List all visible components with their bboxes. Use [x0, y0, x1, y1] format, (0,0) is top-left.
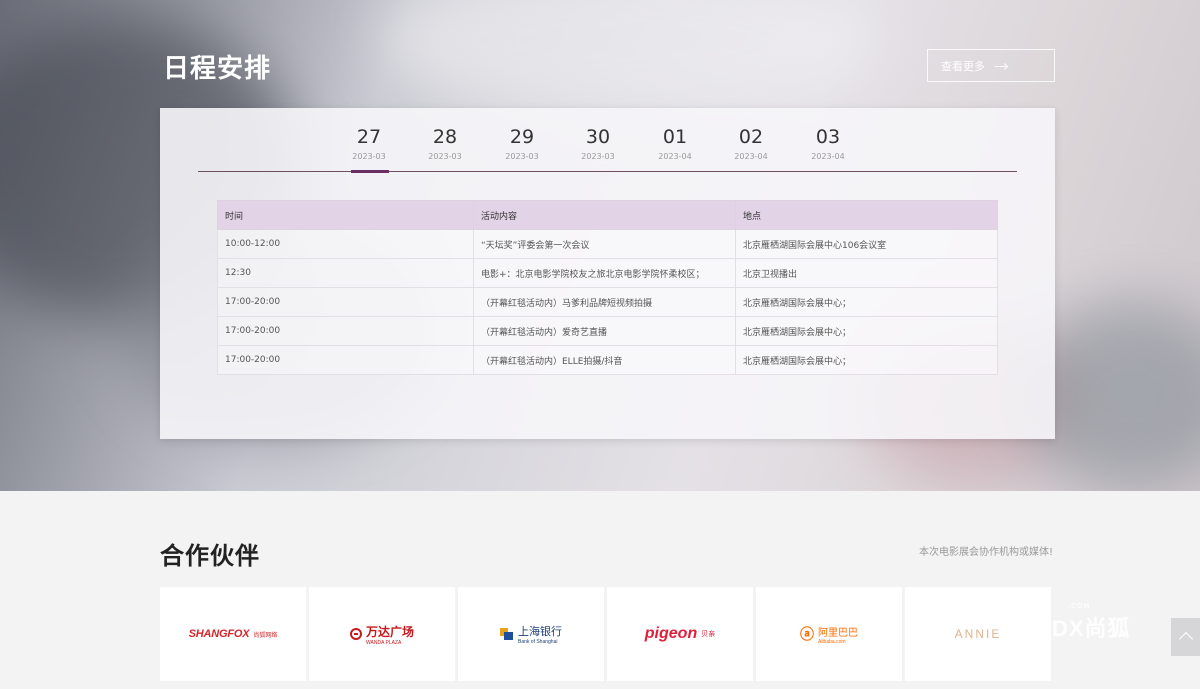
schedule-section: 日程安排 查看更多 27 2023-03 28 2023-03 29 2023-… [0, 0, 1200, 491]
date-tab[interactable]: 01 2023-04 [645, 126, 705, 172]
cell-content: “天坛奖”评委会第一次会议 [473, 229, 736, 259]
logo-subtext: Bank of Shanghai [518, 639, 558, 645]
cell-content: 电影+：北京电影学院校友之旅北京电影学院怀柔校区； [473, 258, 736, 288]
background-blur [380, 0, 880, 120]
cell-location: 北京卫视播出 [735, 258, 998, 288]
partner-logo-shangfox[interactable]: SHANGFOX 尚狐网络 [160, 587, 306, 681]
tab-day: 03 [815, 126, 841, 148]
tab-day: 02 [738, 126, 764, 148]
date-tab[interactable]: 03 2023-04 [798, 126, 858, 172]
cell-content: （开幕红毯活动内）爱奇艺直播 [473, 316, 736, 346]
logo-text: SHANGFOX [188, 628, 250, 640]
wanda-logo: 万达广场 WANDA PLAZA [349, 623, 414, 646]
partner-logo-annie[interactable]: ANNIE [905, 587, 1051, 681]
chevron-up-icon [1178, 631, 1193, 647]
table-row: 10:00-12:00 “天坛奖”评委会第一次会议 北京雁栖湖国际会展中心106… [217, 229, 998, 259]
table-header-row: 时间 活动内容 地点 [217, 200, 998, 230]
column-header-content: 活动内容 [473, 200, 736, 230]
view-more-button[interactable]: 查看更多 [927, 49, 1055, 82]
date-tab[interactable]: 28 2023-03 [415, 126, 475, 172]
schedule-title: 日程安排 [163, 54, 272, 84]
view-more-label: 查看更多 [941, 59, 985, 73]
date-tab[interactable]: 30 2023-03 [568, 126, 628, 172]
cell-content: （开幕红毯活动内）马爹利品牌短视频拍摄 [473, 287, 736, 317]
partner-logos: SHANGFOX 尚狐网络 万达广场 WANDA PLAZA 上海银行 Bank… [160, 587, 1051, 681]
pigeon-logo: pigeon 贝亲 [645, 625, 715, 643]
tab-month: 2023-04 [811, 152, 845, 161]
partner-logo-bank-of-shanghai[interactable]: 上海银行 Bank of Shanghai [458, 587, 604, 681]
arrow-right-icon [995, 62, 1007, 70]
logo-text: ANNIE [954, 627, 1002, 641]
date-tabs: 27 2023-03 28 2023-03 29 2023-03 30 2023… [198, 108, 1017, 173]
bank-mark-icon [500, 628, 514, 640]
logo-text: 万达广场 [365, 624, 414, 639]
column-header-time: 时间 [217, 200, 474, 230]
table-row: 17:00-20:00 （开幕红毯活动内）爱奇艺直播 北京雁栖湖国际会展中心； [217, 316, 998, 346]
partners-title: 合作伙伴 [160, 542, 260, 570]
table-row: 12:30 电影+：北京电影学院校友之旅北京电影学院怀柔校区； 北京卫视播出 [217, 258, 998, 288]
cell-location: 北京雁栖湖国际会展中心； [735, 345, 998, 375]
partner-logo-alibaba[interactable]: ⓐ 阿里巴巴 Alibaba.com [756, 587, 902, 681]
partners-description: 本次电影展会协作机构或媒体! [919, 547, 1054, 558]
shangfox-logo: SHANGFOX 尚狐网络 [189, 628, 278, 640]
watermark-text: DX尚狐 [1052, 616, 1131, 641]
schedule-table: 时间 活动内容 地点 10:00-12:00 “天坛奖”评委会第一次会议 北京雁… [217, 200, 998, 375]
logo-text: 上海银行 [518, 626, 562, 638]
logo-subtext: Alibaba.com [818, 638, 846, 645]
tab-month: 2023-04 [658, 152, 692, 161]
tab-month: 2023-03 [505, 152, 539, 161]
logo-subtext: WANDA PLAZA [365, 639, 402, 646]
tab-month: 2023-04 [734, 152, 768, 161]
cell-time: 12:30 [217, 258, 474, 288]
logo-subtext: 贝亲 [701, 631, 716, 638]
tab-day: 27 [356, 126, 382, 148]
cell-time: 17:00-20:00 [217, 287, 474, 317]
wanda-mark-icon [349, 628, 362, 640]
column-header-location: 地点 [735, 200, 998, 230]
bank-of-shanghai-logo: 上海银行 Bank of Shanghai [500, 623, 562, 645]
watermark-small: .COM [1068, 603, 1091, 610]
tab-day: 01 [662, 126, 688, 148]
partners-section: 合作伙伴 本次电影展会协作机构或媒体! SHANGFOX 尚狐网络 万达广场 W… [0, 491, 1200, 689]
date-tab[interactable]: 29 2023-03 [492, 126, 552, 172]
tab-month: 2023-03 [352, 152, 386, 161]
tab-day: 28 [432, 126, 458, 148]
tab-month: 2023-03 [581, 152, 615, 161]
alibaba-logo: ⓐ 阿里巴巴 Alibaba.com [800, 624, 858, 645]
tab-day: 29 [509, 126, 535, 148]
date-tab[interactable]: 27 2023-03 [339, 126, 399, 173]
logo-subtext: 尚狐网络 [253, 632, 278, 639]
site-watermark: .COM DX尚狐 [1052, 603, 1131, 643]
partner-logo-pigeon[interactable]: pigeon 贝亲 [607, 587, 753, 681]
table-row: 17:00-20:00 （开幕红毯活动内）ELLE拍摄/抖音 北京雁栖湖国际会展… [217, 345, 998, 375]
annie-logo: ANNIE [955, 627, 1002, 641]
logo-text: 阿里巴巴 [818, 627, 858, 639]
date-tab[interactable]: 02 2023-04 [721, 126, 781, 172]
schedule-panel: 27 2023-03 28 2023-03 29 2023-03 30 2023… [160, 108, 1055, 439]
table-row: 17:00-20:00 （开幕红毯活动内）马爹利品牌短视频拍摄 北京雁栖湖国际会… [217, 287, 998, 317]
cell-location: 北京雁栖湖国际会展中心； [735, 316, 998, 346]
tab-month: 2023-03 [428, 152, 462, 161]
cell-time: 10:00-12:00 [217, 229, 474, 259]
cell-content: （开幕红毯活动内）ELLE拍摄/抖音 [473, 345, 736, 375]
cell-location: 北京雁栖湖国际会展中心； [735, 287, 998, 317]
alibaba-mark-icon: ⓐ [800, 626, 814, 642]
partner-logo-wanda[interactable]: 万达广场 WANDA PLAZA [309, 587, 455, 681]
logo-text: pigeon [644, 625, 698, 642]
cell-time: 17:00-20:00 [217, 345, 474, 375]
cell-time: 17:00-20:00 [217, 316, 474, 346]
cell-location: 北京雁栖湖国际会展中心106会议室 [735, 229, 998, 259]
tab-day: 30 [585, 126, 611, 148]
back-to-top-button[interactable] [1171, 618, 1200, 656]
